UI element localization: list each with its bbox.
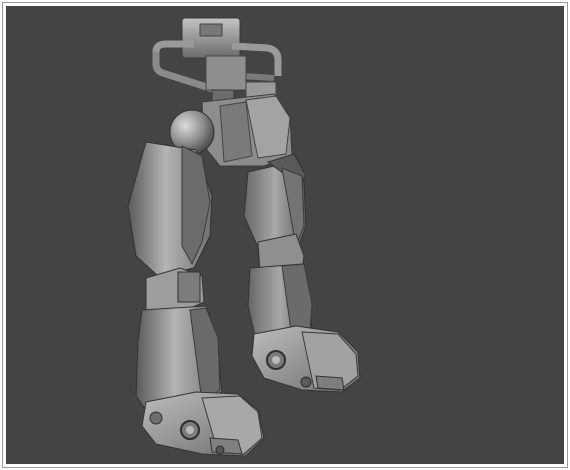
left-thigh-armor (127, 141, 213, 277)
hip-block (201, 93, 293, 167)
viewport-canvas[interactable] (6, 6, 564, 464)
3d-viewport[interactable] (6, 6, 564, 464)
viewport-frame (2, 2, 568, 468)
